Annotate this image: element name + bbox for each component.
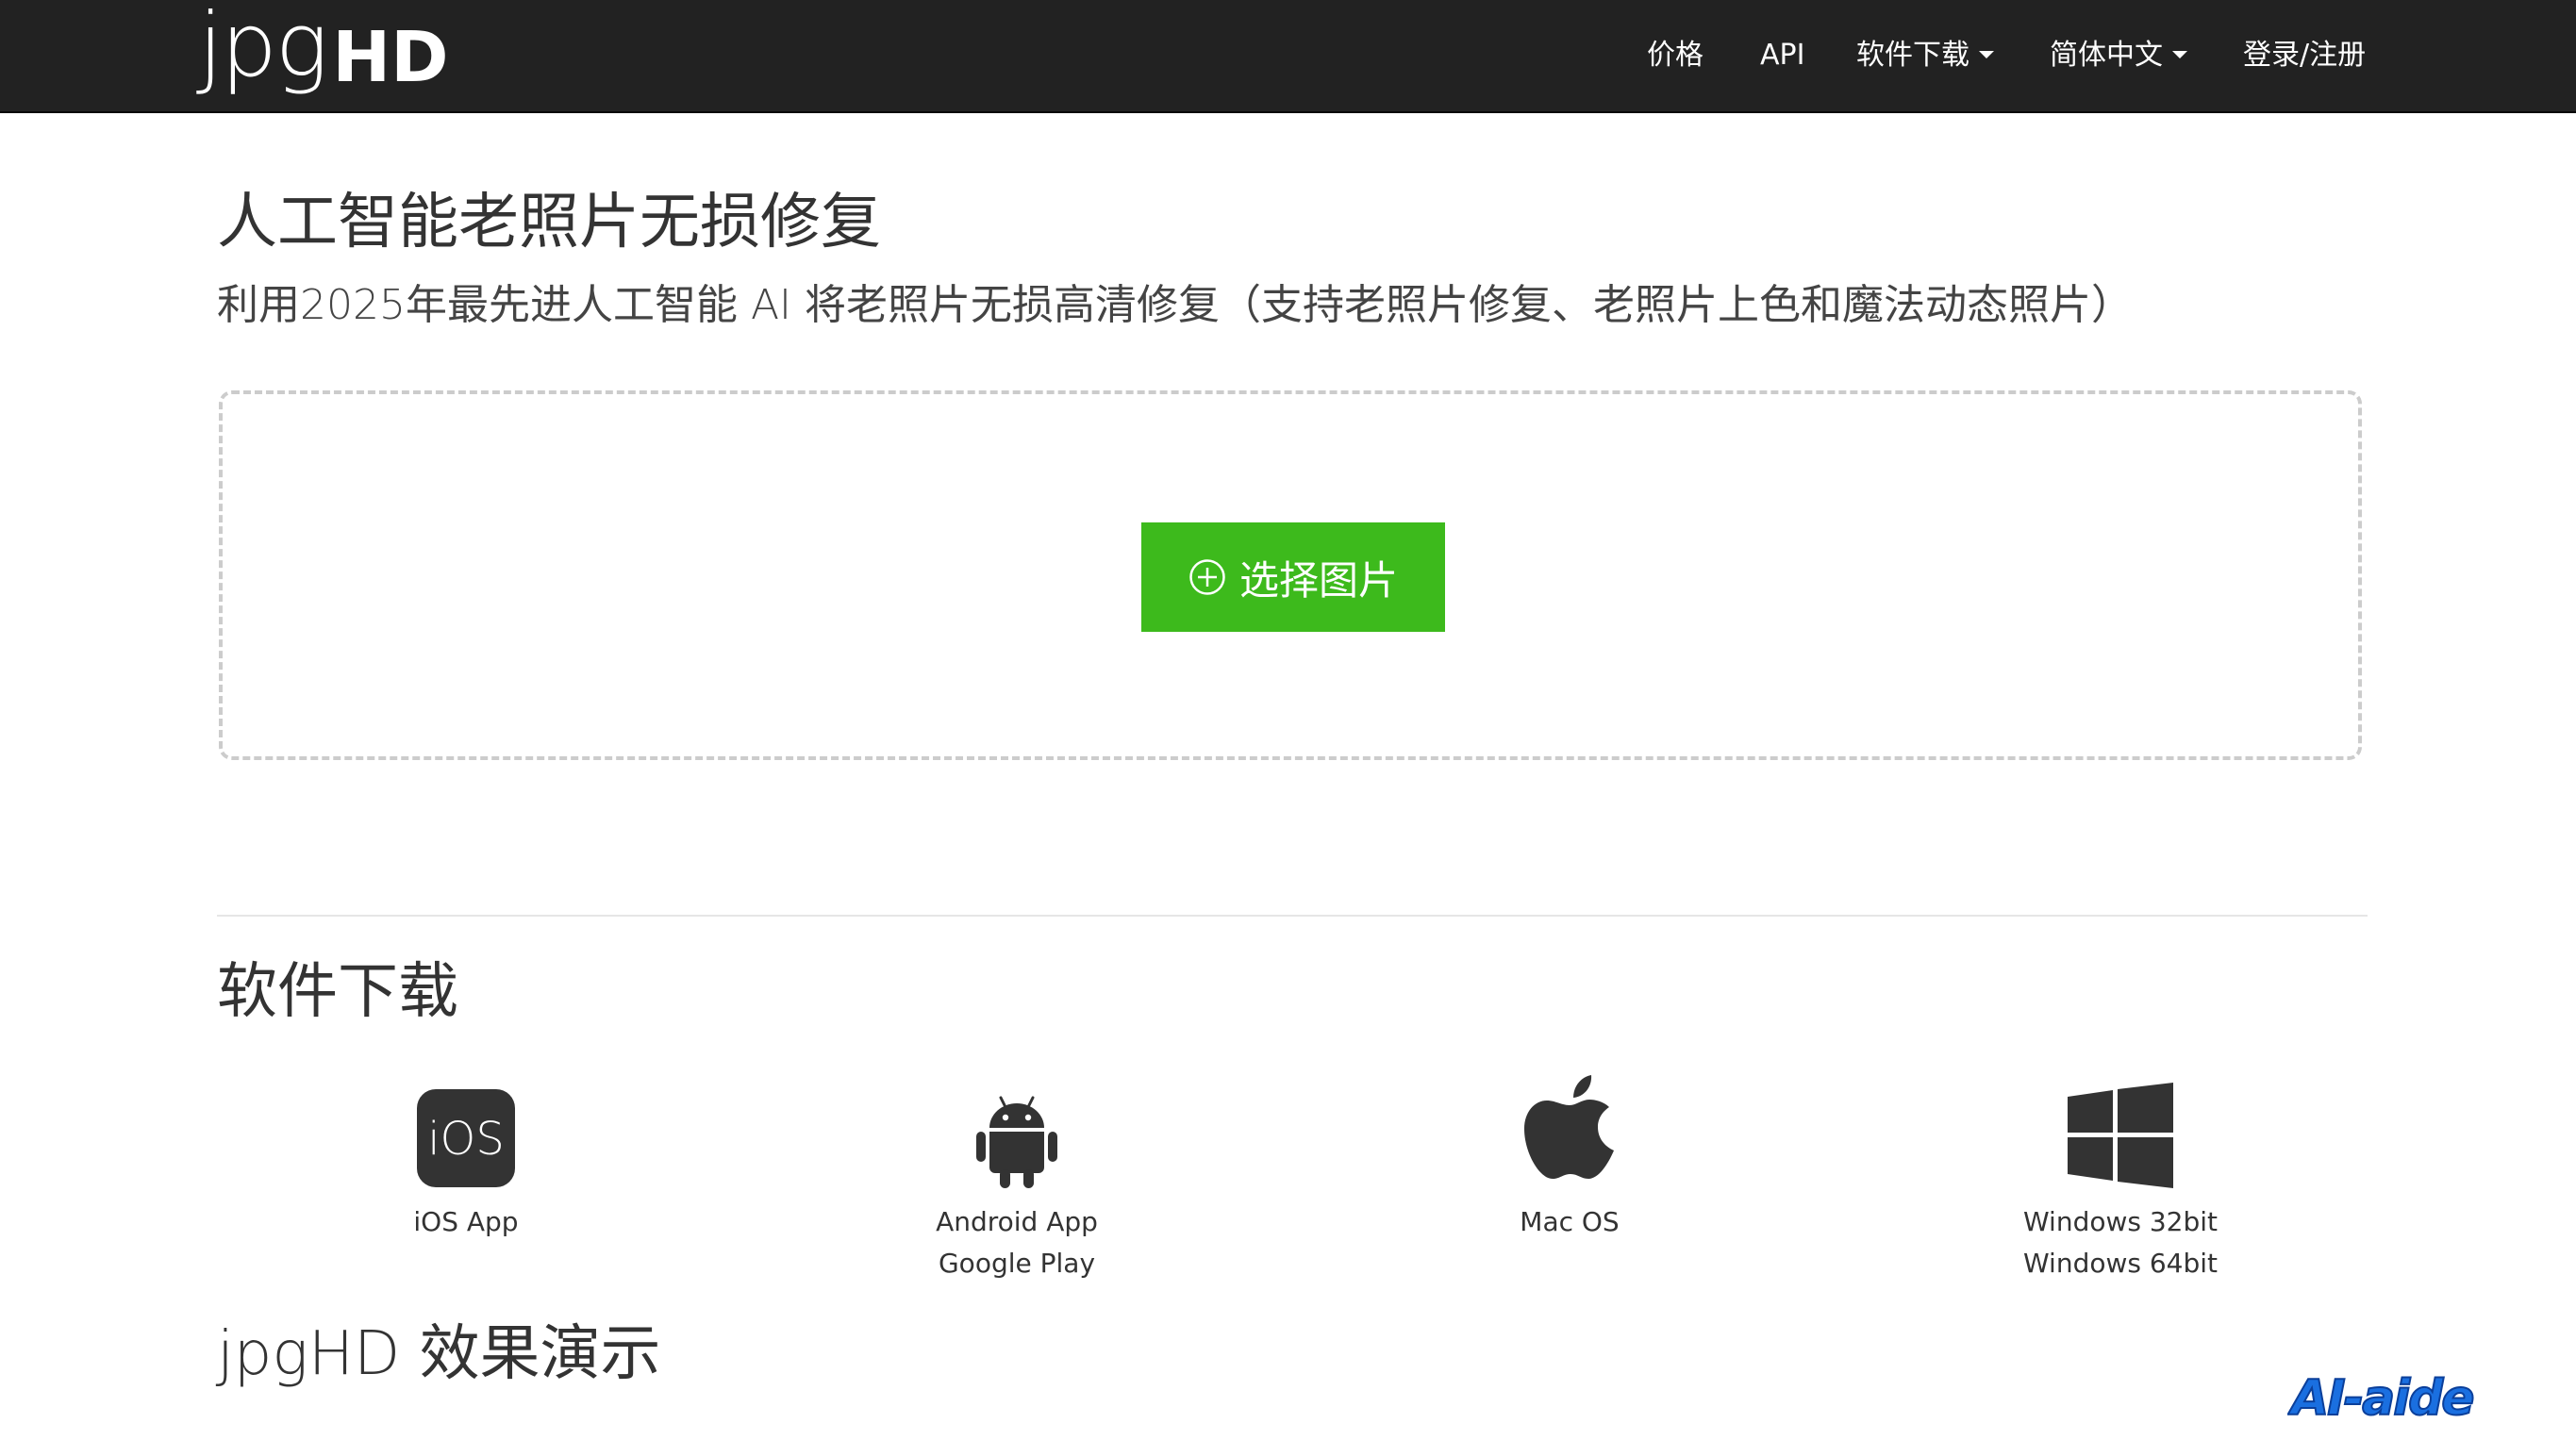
nav-link-api[interactable]: API (1760, 0, 1804, 111)
nav-link-pricing[interactable]: 价格 (1647, 0, 1703, 111)
download-windows-64bit-label: Windows 64bit (2022, 1248, 2219, 1279)
logo-text-bold: HD (332, 17, 449, 98)
ios-badge-text: iOS (427, 1113, 505, 1166)
nav-dropdown-language[interactable]: 简体中文 (2050, 0, 2187, 111)
nav-dropdown-language-label: 简体中文 (2050, 39, 2163, 72)
page-subtitle: 利用2025年最先进人工智能 AI 将老照片无损高清修复（支持老照片修复、老照片… (217, 281, 2134, 329)
logo-text-light: jpg (198, 0, 328, 97)
download-google-play-label: Google Play (938, 1248, 1096, 1279)
download-android-app[interactable]: Android App Google Play (809, 1083, 1224, 1284)
watermark-logo: AI-aide (2286, 1369, 2476, 1428)
ai-aide-watermark: AI-aide (2286, 1369, 2523, 1435)
windows-icon (1913, 1083, 2328, 1188)
download-ios-label: iOS App (413, 1206, 519, 1237)
site-logo[interactable]: jpg HD (198, 0, 449, 111)
download-mac-os-label: Mac OS (1520, 1206, 1620, 1237)
download-windows[interactable]: Windows 32bit Windows 64bit (1913, 1083, 2328, 1284)
plus-circle-icon (1188, 558, 1226, 596)
android-icon (809, 1083, 1224, 1188)
ios-app-icon: iOS (258, 1083, 673, 1188)
demo-section-title: jpgHD 效果演示 (217, 1319, 661, 1389)
watermark-text: AI-aide (2287, 1370, 2473, 1426)
select-image-button-label: 选择图片 (1238, 556, 1398, 604)
nav-dropdown-software-download-label: 软件下载 (1856, 39, 1969, 72)
select-image-button[interactable]: 选择图片 (1141, 522, 1445, 632)
section-divider (217, 915, 2368, 917)
download-mac-os[interactable]: Mac OS (1362, 1075, 1777, 1243)
download-windows-32bit-label: Windows 32bit (2022, 1206, 2219, 1237)
apple-icon (1362, 1075, 1777, 1188)
nav-link-login-register[interactable]: 登录/注册 (2243, 0, 2366, 111)
top-navbar: jpg HD 价格 API 软件下载 简体中文 登录/注册 (0, 0, 2576, 113)
caret-down-icon (1979, 50, 1994, 58)
downloads-section-title: 软件下载 (217, 957, 458, 1027)
page-title: 人工智能老照片无损修复 (217, 188, 881, 257)
caret-down-icon (2172, 50, 2187, 58)
download-android-label: Android App (936, 1206, 1098, 1237)
download-ios-app[interactable]: iOS iOS App (258, 1083, 673, 1243)
nav-dropdown-software-download[interactable]: 软件下载 (1856, 0, 1994, 111)
